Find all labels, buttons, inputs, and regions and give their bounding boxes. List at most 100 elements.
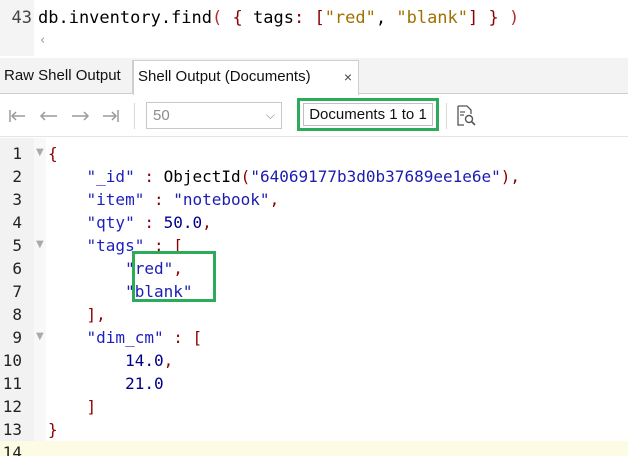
find-in-documents-icon[interactable] [455,104,477,128]
chevron-down-icon[interactable]: ⌵ [266,103,275,128]
fold-toggle-icon[interactable]: ▼ [36,235,44,255]
json-token: 14.0 [125,351,164,370]
query-token: "blank" [396,8,469,28]
line-number: 6 [12,259,22,278]
json-line: 8 ], [0,303,628,326]
json-token: "qty" [86,213,135,232]
json-line: 10 14.0, [0,349,628,372]
json-token: "notebook" [173,190,270,209]
line-number: 2 [12,167,22,186]
tab-documents-label: Shell Output (Documents) [138,68,311,85]
json-token: ( [240,167,251,186]
document-range-label: Documents 1 to 1 [303,103,433,126]
json-token: : [134,167,164,186]
next-page-icon[interactable] [67,105,93,127]
first-page-icon[interactable] [4,105,30,127]
results-toolbar: 50 ⌵ Documents 1 to 1 [0,95,628,137]
line-number: 12 [2,397,22,416]
json-line: 1 ▼{ [0,142,628,165]
query-code[interactable]: db.inventory.find( { tags: ["red", "blan… [38,0,519,36]
line-number: 4 [12,213,22,232]
json-token: "64069177b3d0b37689ee1e6e" [250,167,501,186]
json-line: 12 ] [0,395,628,418]
output-tab-bar: Raw Shell Output Shell Output (Documents… [0,58,628,95]
json-token: : [134,213,164,232]
line-number: 9 [12,328,22,347]
json-line: 13} [0,418,628,441]
query-token: tags [242,8,294,28]
line-number: 1 [12,144,22,163]
json-line: 7 "blank" [0,280,628,303]
json-token: 50.0 [163,213,203,232]
query-token: "red" [324,8,376,28]
json-line: 3 "item" : "notebook", [0,188,628,211]
json-line: 5 ▼ "tags" : [ [0,234,628,257]
line-code: 14.0, [48,349,173,372]
line-code: ], [48,303,106,326]
fold-toggle-icon[interactable]: ▼ [36,327,44,347]
query-token: db.inventory.find [38,8,212,28]
query-token [499,8,509,28]
line-number: 10 [2,351,22,370]
tab-raw-label: Raw Shell Output [4,67,121,84]
json-token: : [163,328,193,347]
json-token: ), [500,167,521,186]
previous-page-icon[interactable] [36,105,62,127]
json-token: , [202,213,212,232]
json-token: "dim_cm" [86,328,164,347]
json-token: , [163,351,174,370]
line-code: { [48,142,58,165]
json-token: } [48,420,58,439]
json-token: { [48,144,58,163]
json-line: 6 "red", [0,257,628,280]
json-token: ] [86,397,97,416]
fold-toggle-icon[interactable]: ▼ [36,143,44,163]
query-token: : [293,8,305,28]
page-size-select[interactable]: 50 ⌵ [146,102,282,129]
editor-collapse-icon[interactable]: ‹ [40,33,45,48]
line-number: 14 [2,443,22,456]
query-token [222,8,232,28]
tab-raw-shell-output[interactable]: Raw Shell Output [0,60,133,94]
line-number: 3 [12,190,22,209]
last-page-icon[interactable] [98,105,124,127]
query-token: ] [468,8,479,28]
document-json-viewer[interactable]: 1 ▼{2 "_id" : ObjectId("64069177b3d0b3768… [0,138,628,456]
query-token [304,8,314,28]
json-line: 4 "qty" : 50.0, [0,211,628,234]
close-icon[interactable]: × [344,61,352,93]
query-token: ) [509,8,520,28]
line-number: 13 [2,420,22,439]
json-token: "item" [86,190,145,209]
json-token: ], [86,305,106,324]
query-token: , [375,8,397,28]
line-code: 21.0 [48,372,164,395]
line-code: "qty" : 50.0, [48,211,212,234]
json-token: : [144,190,174,209]
tab-shell-output-documents[interactable]: Shell Output (Documents) × [133,60,359,95]
json-line: 14 [0,441,628,456]
json-token: [ [192,328,203,347]
document-range-highlight: Documents 1 to 1 [297,98,439,131]
editor-line-number: 43 [11,8,32,28]
toolbar-separator [446,103,447,129]
query-token: [ [314,8,325,28]
page-size-value: 50 [153,107,170,124]
line-number: 5 [12,236,22,255]
line-code: ] [48,395,97,418]
line-code: } [48,418,58,441]
query-editor[interactable]: 43 db.inventory.find( { tags: ["red", "b… [0,0,628,56]
query-token: } [488,8,499,28]
query-token: ( [212,8,223,28]
line-number: 11 [2,374,22,393]
line-number: 7 [12,282,22,301]
